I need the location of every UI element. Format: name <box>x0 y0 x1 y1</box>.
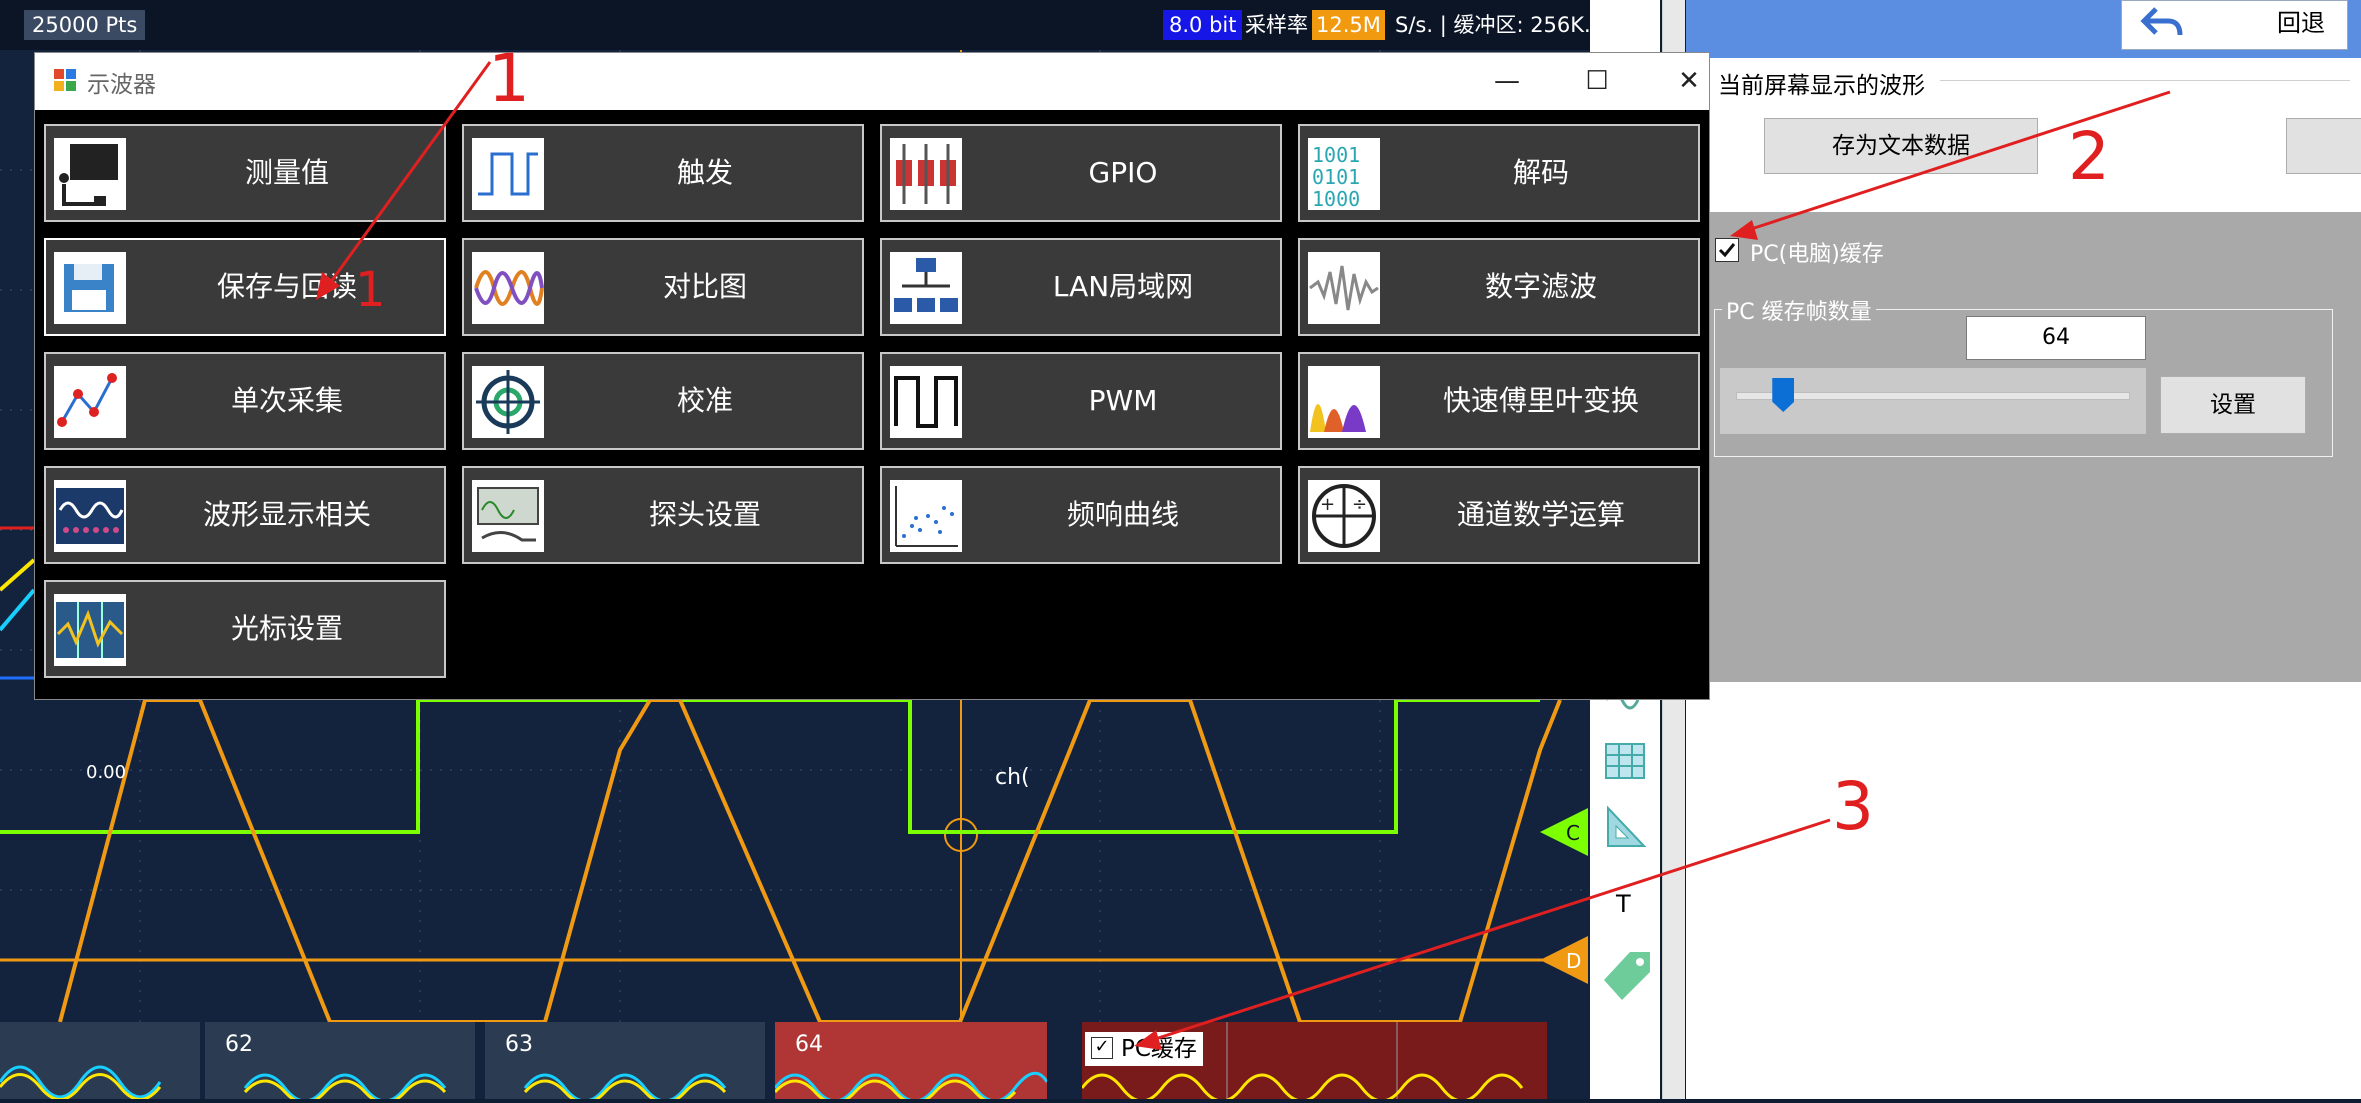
annotation-3: 3 <box>1832 768 1874 845</box>
annotation-1: 1 <box>488 40 530 117</box>
annotation-1-small: 1 <box>355 262 386 318</box>
annotation-2: 2 <box>2068 118 2110 195</box>
annotation-arrows <box>316 61 2171 1050</box>
